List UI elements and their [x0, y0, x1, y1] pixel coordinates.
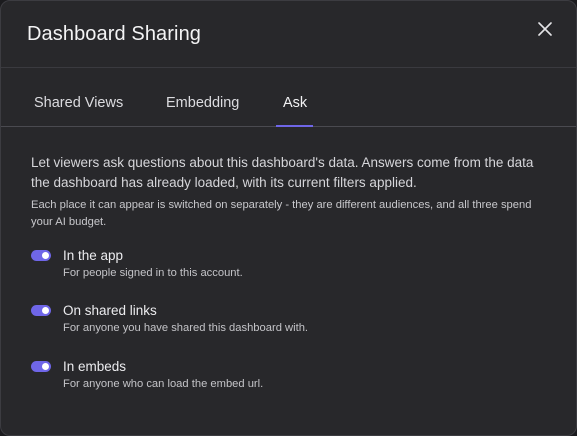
tab-ask[interactable]: Ask — [283, 95, 307, 111]
option-shared-links: On shared links For anyone you have shar… — [31, 303, 551, 345]
dialog-title: Dashboard Sharing — [27, 23, 202, 45]
option-label: In embeds — [63, 359, 127, 374]
toggle-knob — [42, 252, 49, 259]
dashboard-sharing-dialog: Dashboard Sharing Shared Views Embedding… — [0, 0, 577, 436]
close-icon — [538, 22, 552, 36]
option-in-app: In the app For people signed in to this … — [31, 248, 551, 290]
shared-links-toggle[interactable] — [31, 305, 51, 316]
option-description: For anyone who can load the embed url. — [63, 378, 264, 390]
ask-panel: Let viewers ask questions about this das… — [31, 153, 551, 231]
close-button[interactable] — [534, 18, 556, 40]
ask-intro-text: Let viewers ask questions about this das… — [31, 155, 534, 190]
toggle-knob — [42, 363, 49, 370]
tab-shared-views[interactable]: Shared Views — [34, 95, 123, 111]
option-label: On shared links — [63, 303, 157, 318]
in-app-toggle[interactable] — [31, 250, 51, 261]
embeds-toggle[interactable] — [31, 361, 51, 372]
option-description: For people signed in to this account. — [63, 267, 243, 279]
tab-bar: Shared Views Embedding Ask — [1, 68, 576, 127]
active-tab-indicator — [276, 125, 313, 127]
ask-budget-note: Each place it can appear is switched on … — [31, 199, 532, 228]
dialog-header: Dashboard Sharing — [1, 1, 576, 68]
toggle-knob — [42, 307, 49, 314]
tab-embedding[interactable]: Embedding — [166, 95, 239, 111]
option-label: In the app — [63, 248, 124, 263]
option-embeds: In embeds For anyone who can load the em… — [31, 359, 551, 401]
option-description: For anyone you have shared this dashboar… — [63, 322, 309, 334]
